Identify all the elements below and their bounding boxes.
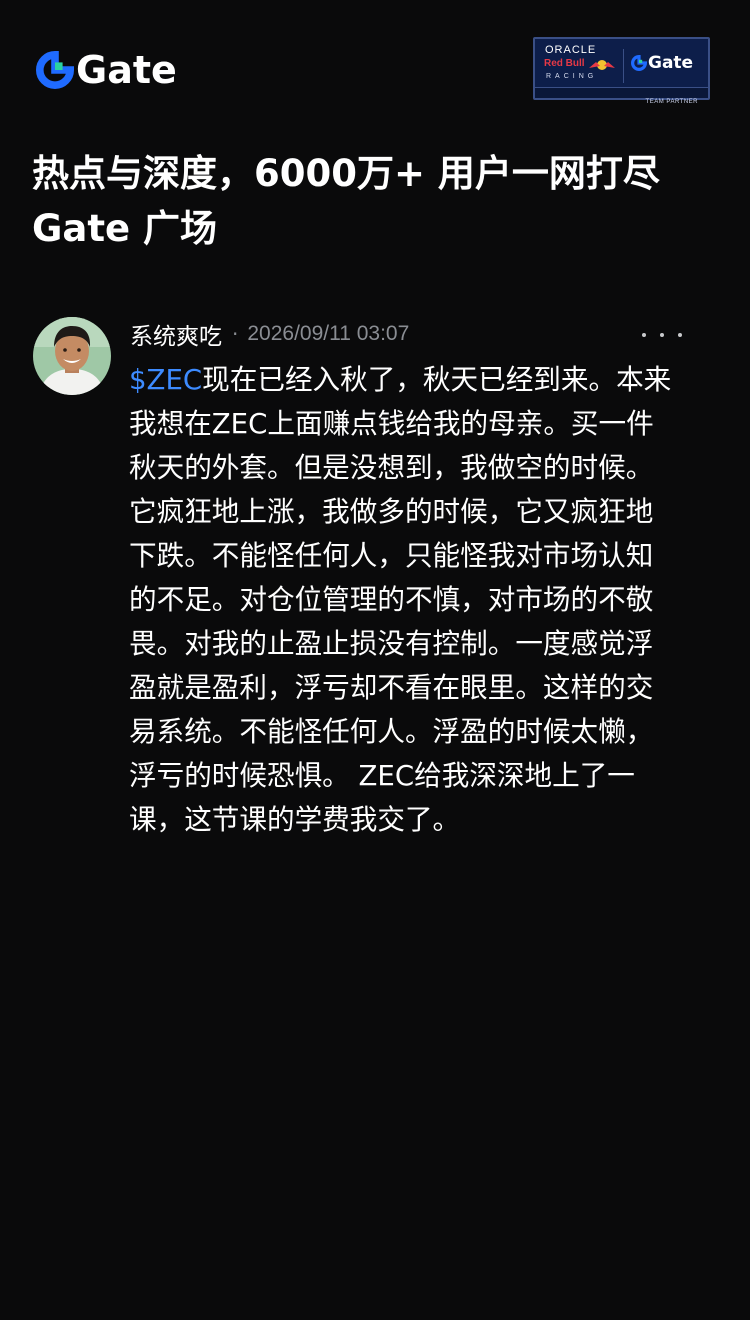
post-line: 它疯狂地上涨，我做多的时候，它又疯狂地 xyxy=(129,495,654,528)
redbull-bull-icon xyxy=(589,60,615,70)
more-horizontal-icon xyxy=(642,333,646,337)
post-timestamp: 2026/09/11 03:07 xyxy=(247,322,410,345)
headline-line-1: 热点与深度，6000万+ 用户一网打尽 xyxy=(32,152,660,195)
post-line: 秋天的外套。但是没想到，我做空的时候。 xyxy=(129,451,654,484)
partner-footer: TEAM PARTNER xyxy=(535,87,708,105)
more-options-button[interactable] xyxy=(642,318,682,352)
ticker-link[interactable]: $ZEC xyxy=(129,363,202,396)
partner-gate-logo: Gate xyxy=(631,53,693,73)
author-avatar[interactable] xyxy=(33,317,111,395)
post-line: $ZEC现在已经入秋了，秋天已经到来。本来 xyxy=(129,358,719,402)
post-line: 易系统。不能怪任何人。浮盈的时候太懒， xyxy=(129,715,654,748)
post-line: 盈就是盈利，浮亏却不看在眼里。这样的交 xyxy=(129,671,654,704)
team-partner-badge: ORACLE Red Bull RACING Gate TEAM PARTNER xyxy=(533,37,710,105)
meta-separator: · xyxy=(232,322,239,346)
partner-gate-text: Gate xyxy=(648,53,694,73)
post-line: 课，这节课的学费我交了。 xyxy=(129,803,461,836)
gate-logo[interactable]: Gate xyxy=(36,50,177,90)
post-line: 浮亏的时候恐惧。 ZEC给我深深地上了一 xyxy=(129,759,635,792)
headline-line-2: Gate 广场 xyxy=(32,207,217,250)
partner-gate-icon xyxy=(631,55,647,71)
post-line: 我想在ZEC上面赚点钱给我的母亲。买一件 xyxy=(129,407,654,440)
post-line: 下跌。不能怪任何人，只能怪我对市场认知 xyxy=(129,539,654,572)
partner-redbull-text: Red Bull xyxy=(544,58,585,69)
post-meta: 系统爽吃 · 2026/09/11 03:07 xyxy=(130,316,409,352)
partner-divider xyxy=(623,49,624,83)
author-name[interactable]: 系统爽吃 xyxy=(130,317,222,351)
gate-logo-icon xyxy=(36,51,74,89)
partner-oracle-text: ORACLE xyxy=(545,44,597,56)
page-headline: 热点与深度，6000万+ 用户一网打尽 Gate 广场 xyxy=(32,146,722,256)
team-partner-label: TEAM PARTNER xyxy=(645,99,698,105)
gate-logo-text: Gate xyxy=(76,48,177,92)
partner-racing-text: RACING xyxy=(546,73,598,80)
post-content: $ZEC现在已经入秋了，秋天已经到来。本来 我想在ZEC上面赚点钱给我的母亲。买… xyxy=(129,358,719,842)
more-horizontal-icon xyxy=(660,333,664,337)
post-line: 畏。对我的止盈止损没有控制。一度感觉浮 xyxy=(129,627,654,660)
post-line: 的不足。对仓位管理的不慎，对市场的不敬 xyxy=(129,583,654,616)
app-header: Gate ORACLE Red Bull RACING Gate TEAM PA… xyxy=(0,0,750,130)
more-horizontal-icon xyxy=(678,333,682,337)
avatar-image xyxy=(33,317,111,395)
post-line-text: 现在已经入秋了，秋天已经到来。本来 xyxy=(202,363,672,396)
